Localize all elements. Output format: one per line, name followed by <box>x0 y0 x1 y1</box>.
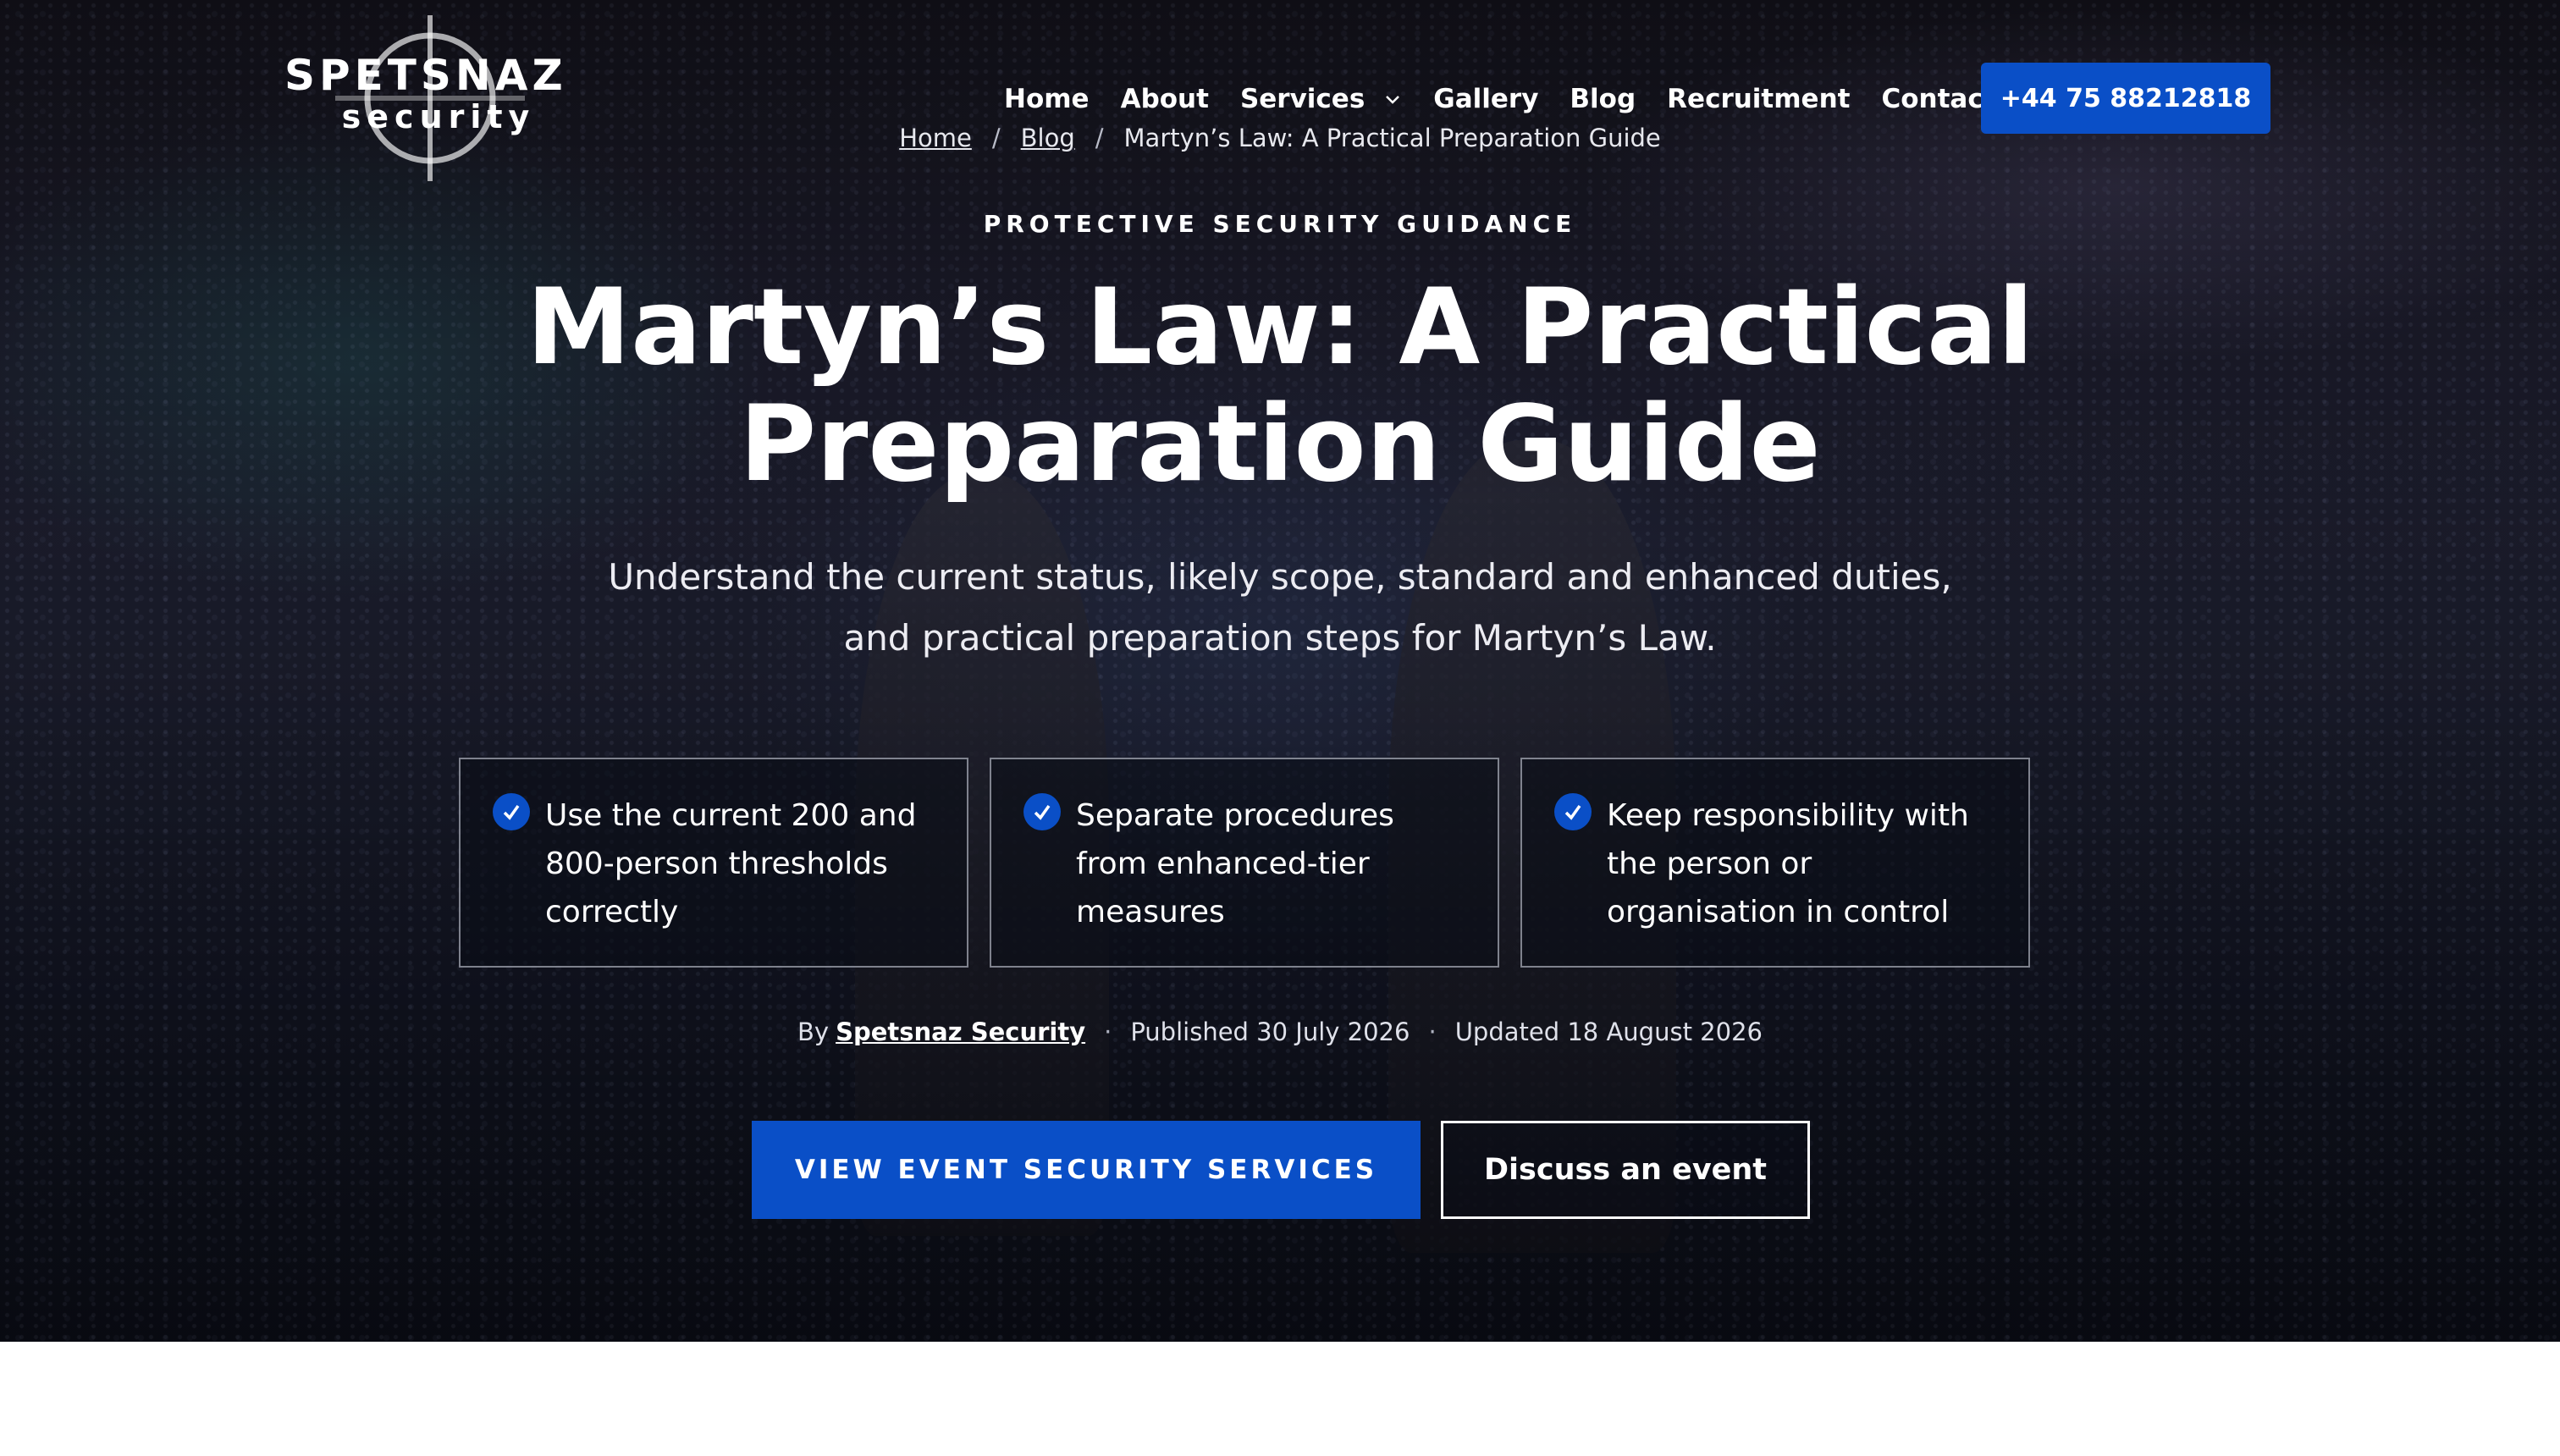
check-icon <box>1023 793 1061 830</box>
page-title: Martyn’s Law: A Practical Preparation Gu… <box>526 267 2034 505</box>
check-icon <box>1554 793 1592 830</box>
breadcrumb-separator: / <box>991 124 1001 152</box>
nav-home[interactable]: Home <box>1004 84 1090 114</box>
updated-date: Updated 18 August 2026 <box>1454 1018 1763 1046</box>
meta-separator: · <box>1104 1018 1112 1046</box>
key-point-card: Use the current 200 and 800-person thres… <box>459 758 968 968</box>
meta-by: By <box>797 1018 830 1046</box>
breadcrumb-current: Martyn’s Law: A Practical Preparation Gu… <box>1123 124 1661 152</box>
breadcrumb-separator: / <box>1095 124 1104 152</box>
nav-recruitment[interactable]: Recruitment <box>1667 84 1850 114</box>
brand-name: SPETSNAZ <box>284 51 567 100</box>
discuss-event-button[interactable]: Discuss an event <box>1441 1121 1810 1219</box>
nav-about[interactable]: About <box>1121 84 1209 114</box>
key-point-text: Keep responsibility with the person or o… <box>1607 798 1969 929</box>
key-point-card: Separate procedures from enhanced-tier m… <box>990 758 1499 968</box>
published-date: Published 30 July 2026 <box>1130 1018 1410 1046</box>
nav-blog[interactable]: Blog <box>1570 84 1636 114</box>
nav-services-label: Services <box>1239 84 1366 114</box>
breadcrumb-blog-link[interactable]: Blog <box>1021 124 1075 152</box>
nav-contact[interactable]: Contact <box>1881 84 1995 114</box>
key-point-card: Keep responsibility with the person or o… <box>1520 758 2030 968</box>
view-event-security-services-button[interactable]: VIEW EVENT SECURITY SERVICES <box>752 1121 1421 1219</box>
check-icon <box>493 793 530 830</box>
key-point-text: Use the current 200 and 800-person thres… <box>545 798 917 929</box>
key-points: Use the current 200 and 800-person thres… <box>459 758 2030 968</box>
author-link[interactable]: Spetsnaz Security <box>836 1018 1085 1046</box>
main-nav: Home About Services Gallery Blog Recruit… <box>1004 78 2028 120</box>
article-meta: By Spetsnaz Security · Published 30 July… <box>0 1018 2560 1046</box>
hero-section: SPETSNAZ security Home About Services Ga… <box>0 0 2560 1342</box>
nav-gallery[interactable]: Gallery <box>1433 84 1538 114</box>
meta-separator: · <box>1428 1018 1437 1046</box>
nav-services[interactable]: Services <box>1240 84 1402 114</box>
key-point-text: Separate procedures from enhanced-tier m… <box>1076 798 1394 929</box>
chevron-down-icon[interactable] <box>1383 90 1402 108</box>
hero-lede: Understand the current status, likely sc… <box>608 556 1952 659</box>
hero-eyebrow: PROTECTIVE SECURITY GUIDANCE <box>983 210 1577 238</box>
brand-logo[interactable]: SPETSNAZ security <box>284 15 581 181</box>
breadcrumb-home-link[interactable]: Home <box>899 124 972 152</box>
breadcrumb: Home / Blog / Martyn’s Law: A Practical … <box>0 124 2560 152</box>
